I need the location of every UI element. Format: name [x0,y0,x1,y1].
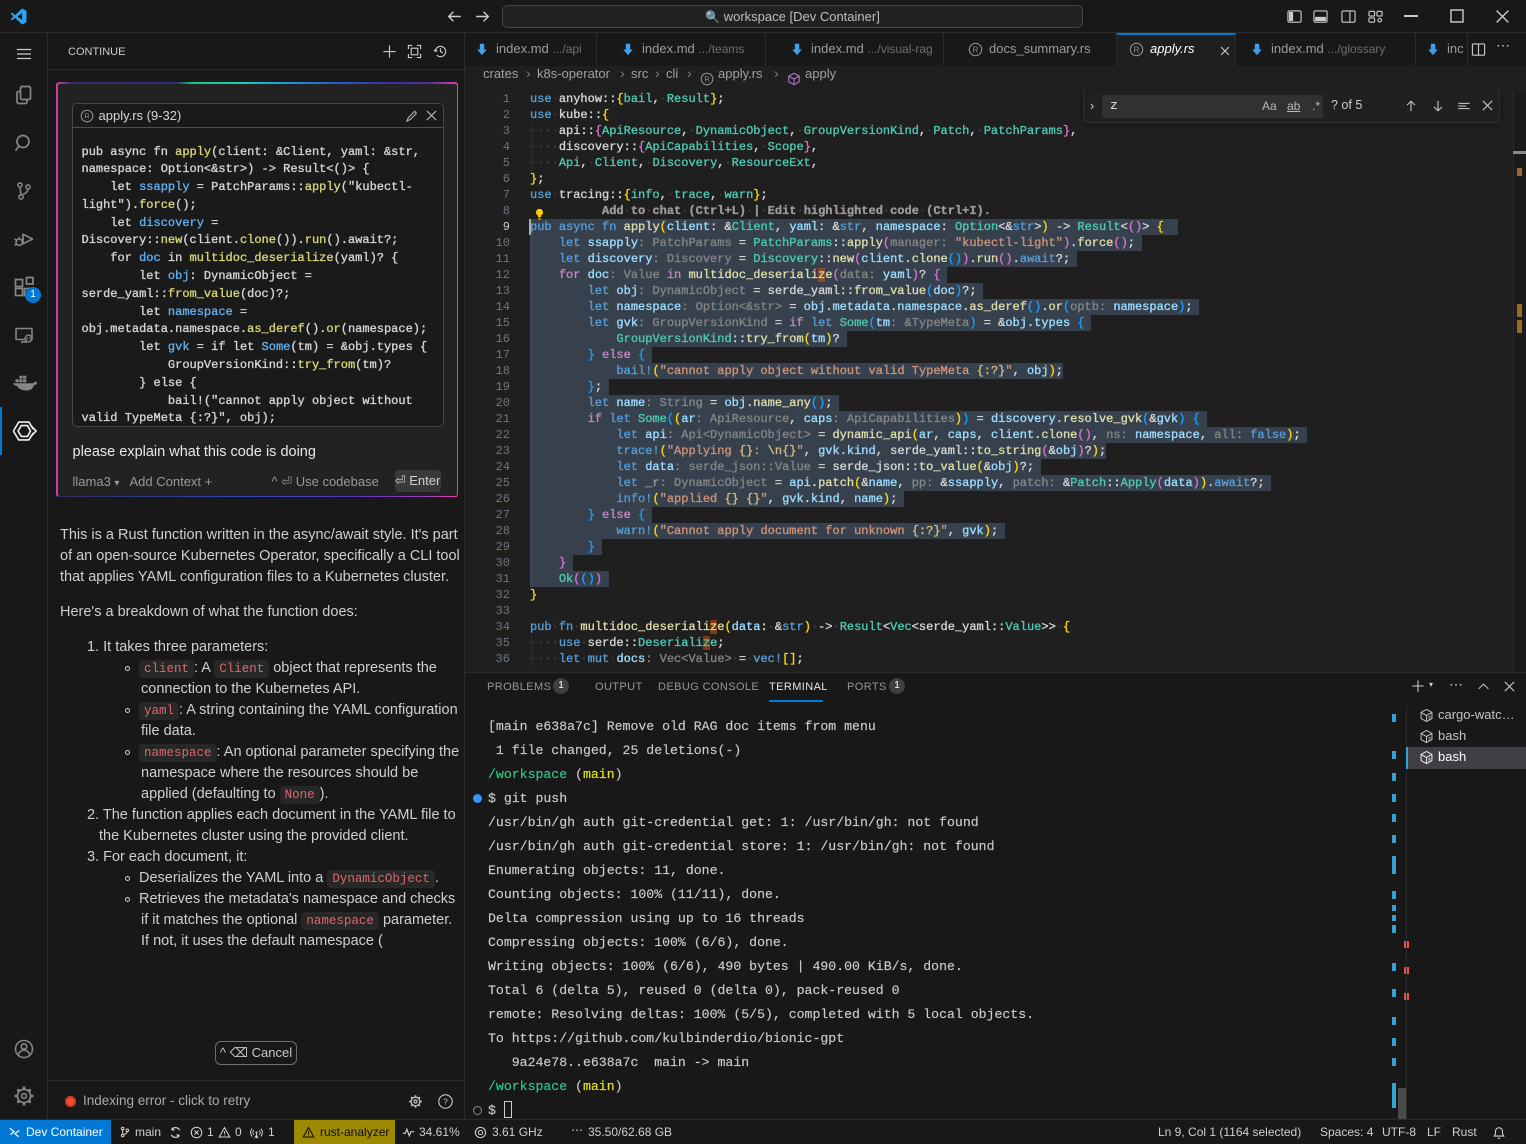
svg-text:R: R [973,45,979,54]
svg-text:$: $ [1428,714,1432,721]
svg-text:R: R [84,111,90,120]
svg-text:R: R [1134,45,1140,54]
svg-text:?: ? [443,1096,448,1106]
svg-text:$: $ [1428,735,1432,742]
svg-text:$: $ [1428,756,1432,763]
svg-text:R: R [704,75,710,84]
